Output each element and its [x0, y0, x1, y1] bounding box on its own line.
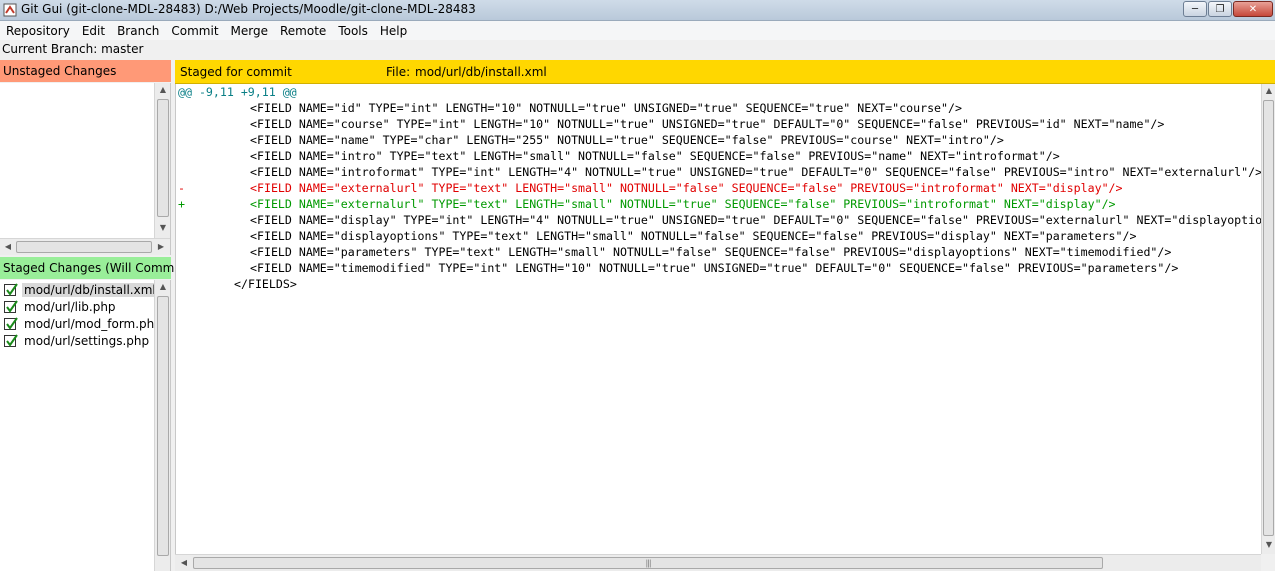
diff-marker: +: [178, 197, 185, 211]
window-title: Git Gui (git-clone-MDL-28483) D:/Web Pro…: [21, 2, 476, 16]
diff-hunk-header: @@ -9,11 +9,11 @@: [178, 84, 297, 100]
title-bar: Git Gui (git-clone-MDL-28483) D:/Web Pro…: [0, 0, 1275, 21]
scroll-thumb[interactable]: [157, 99, 169, 217]
scroll-right-icon[interactable]: ▶: [154, 242, 168, 251]
menu-remote[interactable]: Remote: [274, 24, 332, 38]
scroll-thumb[interactable]: [157, 296, 169, 556]
diff-view[interactable]: @@ -9,11 +9,11 @@ <FIELD NAME="id" TYPE=…: [175, 84, 1261, 554]
file-lists-panel: Unstaged Changes ▲ ▼ ◀ ▶ Staged Changes …: [0, 60, 187, 571]
menu-bar: Repository Edit Branch Commit Merge Remo…: [0, 21, 1275, 40]
grip-icon: |||: [645, 558, 651, 568]
diff-line-text: <FIELD NAME="externalurl" TYPE="text" LE…: [250, 197, 1116, 211]
scroll-up-icon[interactable]: ▲: [156, 282, 170, 291]
menu-merge[interactable]: Merge: [225, 24, 274, 38]
scroll-down-icon[interactable]: ▼: [156, 223, 170, 232]
diff-context-line: <FIELD NAME="intro" TYPE="text" LENGTH="…: [178, 148, 1060, 164]
unstaged-horizontal-scrollbar[interactable]: ◀ ▶: [0, 238, 170, 255]
diff-line-text: <FIELD NAME="timemodified" TYPE="int" LE…: [250, 261, 1179, 275]
checkbox-checked-icon[interactable]: [4, 299, 18, 313]
file-name: mod/url/settings.php: [24, 333, 150, 348]
scroll-down-icon[interactable]: ▼: [1262, 540, 1275, 549]
diff-file-path: mod/url/db/install.xml: [415, 65, 547, 79]
checkbox-checked-icon[interactable]: [4, 333, 18, 347]
close-icon[interactable]: ✕: [1233, 1, 1273, 17]
diff-line-text: <FIELD NAME="display" TYPE="int" LENGTH=…: [250, 213, 1261, 227]
diff-context-line: <FIELD NAME="course" TYPE="int" LENGTH="…: [178, 116, 1164, 132]
menu-repository[interactable]: Repository: [0, 24, 76, 38]
diff-context-line: <FIELD NAME="displayoptions" TYPE="text"…: [178, 228, 1136, 244]
staged-file-item[interactable]: mod/url/lib.php: [4, 298, 118, 315]
diff-context-line: <FIELD NAME="id" TYPE="int" LENGTH="10" …: [178, 100, 962, 116]
file-name: mod/url/lib.php: [24, 299, 116, 314]
minimize-icon[interactable]: ─: [1183, 1, 1207, 17]
staged-file-list[interactable]: mod/url/db/install.xml mod/url/lib.php m…: [0, 280, 171, 571]
diff-horizontal-scrollbar[interactable]: ◀ |||: [175, 554, 1261, 571]
menu-edit[interactable]: Edit: [76, 24, 111, 38]
git-gui-app-icon: [3, 3, 17, 17]
staged-file-item[interactable]: mod/url/settings.php: [4, 332, 151, 349]
unstaged-file-list[interactable]: ▲ ▼ ◀ ▶: [0, 83, 171, 255]
staged-file-item[interactable]: mod/url/db/install.xml: [4, 281, 158, 298]
diff-marker: -: [178, 181, 185, 195]
scroll-left-icon[interactable]: ◀: [177, 558, 191, 567]
checkbox-checked-icon[interactable]: [4, 316, 18, 330]
file-name: mod/url/db/install.xml: [22, 282, 158, 297]
diff-line-text: <FIELD NAME="intro" TYPE="text" LENGTH="…: [250, 149, 1060, 163]
diff-added-line: + <FIELD NAME="externalurl" TYPE="text" L…: [178, 196, 1116, 212]
menu-tools[interactable]: Tools: [332, 24, 374, 38]
diff-header: Staged for commit File: mod/url/db/insta…: [175, 60, 1275, 84]
diff-status-label: Staged for commit: [180, 65, 292, 79]
scroll-up-icon[interactable]: ▲: [156, 85, 170, 94]
diff-context-line: <FIELD NAME="display" TYPE="int" LENGTH=…: [178, 212, 1261, 228]
diff-context-line: <FIELD NAME="introformat" TYPE="int" LEN…: [178, 164, 1261, 180]
diff-removed-line: - <FIELD NAME="externalurl" TYPE="text" L…: [178, 180, 1123, 196]
checkbox-checked-icon[interactable]: [4, 282, 18, 296]
scroll-thumb[interactable]: [1263, 100, 1274, 536]
current-branch-label: Current Branch: master: [2, 42, 144, 56]
staged-changes-header: Staged Changes (Will Commit): [0, 257, 187, 279]
diff-line-text: <FIELD NAME="introformat" TYPE="int" LEN…: [250, 165, 1261, 179]
diff-line-text: <FIELD NAME="course" TYPE="int" LENGTH="…: [250, 117, 1165, 131]
diff-line-text: <FIELD NAME="displayoptions" TYPE="text"…: [250, 229, 1137, 243]
diff-line-text: <FIELD NAME="id" TYPE="int" LENGTH="10" …: [250, 101, 962, 115]
maximize-icon[interactable]: ❐: [1208, 1, 1232, 17]
scroll-thumb[interactable]: [16, 241, 152, 253]
menu-help[interactable]: Help: [374, 24, 413, 38]
scroll-left-icon[interactable]: ◀: [1, 242, 15, 251]
unstaged-changes-header: Unstaged Changes: [0, 60, 171, 82]
diff-line-text: @@ -9,11 +9,11 @@: [178, 85, 297, 99]
staged-file-item[interactable]: mod/url/mod_form.php: [4, 315, 164, 332]
diff-vertical-scrollbar[interactable]: ▲ ▼: [1261, 84, 1275, 554]
diff-context-line: <FIELD NAME="parameters" TYPE="text" LEN…: [178, 244, 1171, 260]
diff-line-text: </FIELDS>: [234, 277, 297, 291]
menu-commit[interactable]: Commit: [165, 24, 224, 38]
diff-line-text: <FIELD NAME="name" TYPE="char" LENGTH="2…: [250, 133, 1004, 147]
window-controls: ─ ❐ ✕: [1182, 1, 1273, 18]
diff-context-line: <FIELD NAME="name" TYPE="char" LENGTH="2…: [178, 132, 1004, 148]
diff-line-text: <FIELD NAME="parameters" TYPE="text" LEN…: [250, 245, 1172, 259]
diff-context-line: <FIELD NAME="timemodified" TYPE="int" LE…: [178, 260, 1178, 276]
menu-branch[interactable]: Branch: [111, 24, 165, 38]
scroll-up-icon[interactable]: ▲: [1262, 86, 1275, 95]
unstaged-vertical-scrollbar[interactable]: ▲ ▼: [154, 83, 170, 238]
diff-closing-line: </FIELDS>: [178, 276, 297, 292]
file-name: mod/url/mod_form.php: [24, 316, 162, 331]
staged-vertical-scrollbar[interactable]: ▲: [154, 280, 170, 571]
diff-line-text: <FIELD NAME="externalurl" TYPE="text" LE…: [250, 181, 1123, 195]
file-label: File:: [386, 65, 411, 79]
scroll-thumb[interactable]: |||: [193, 557, 1103, 569]
